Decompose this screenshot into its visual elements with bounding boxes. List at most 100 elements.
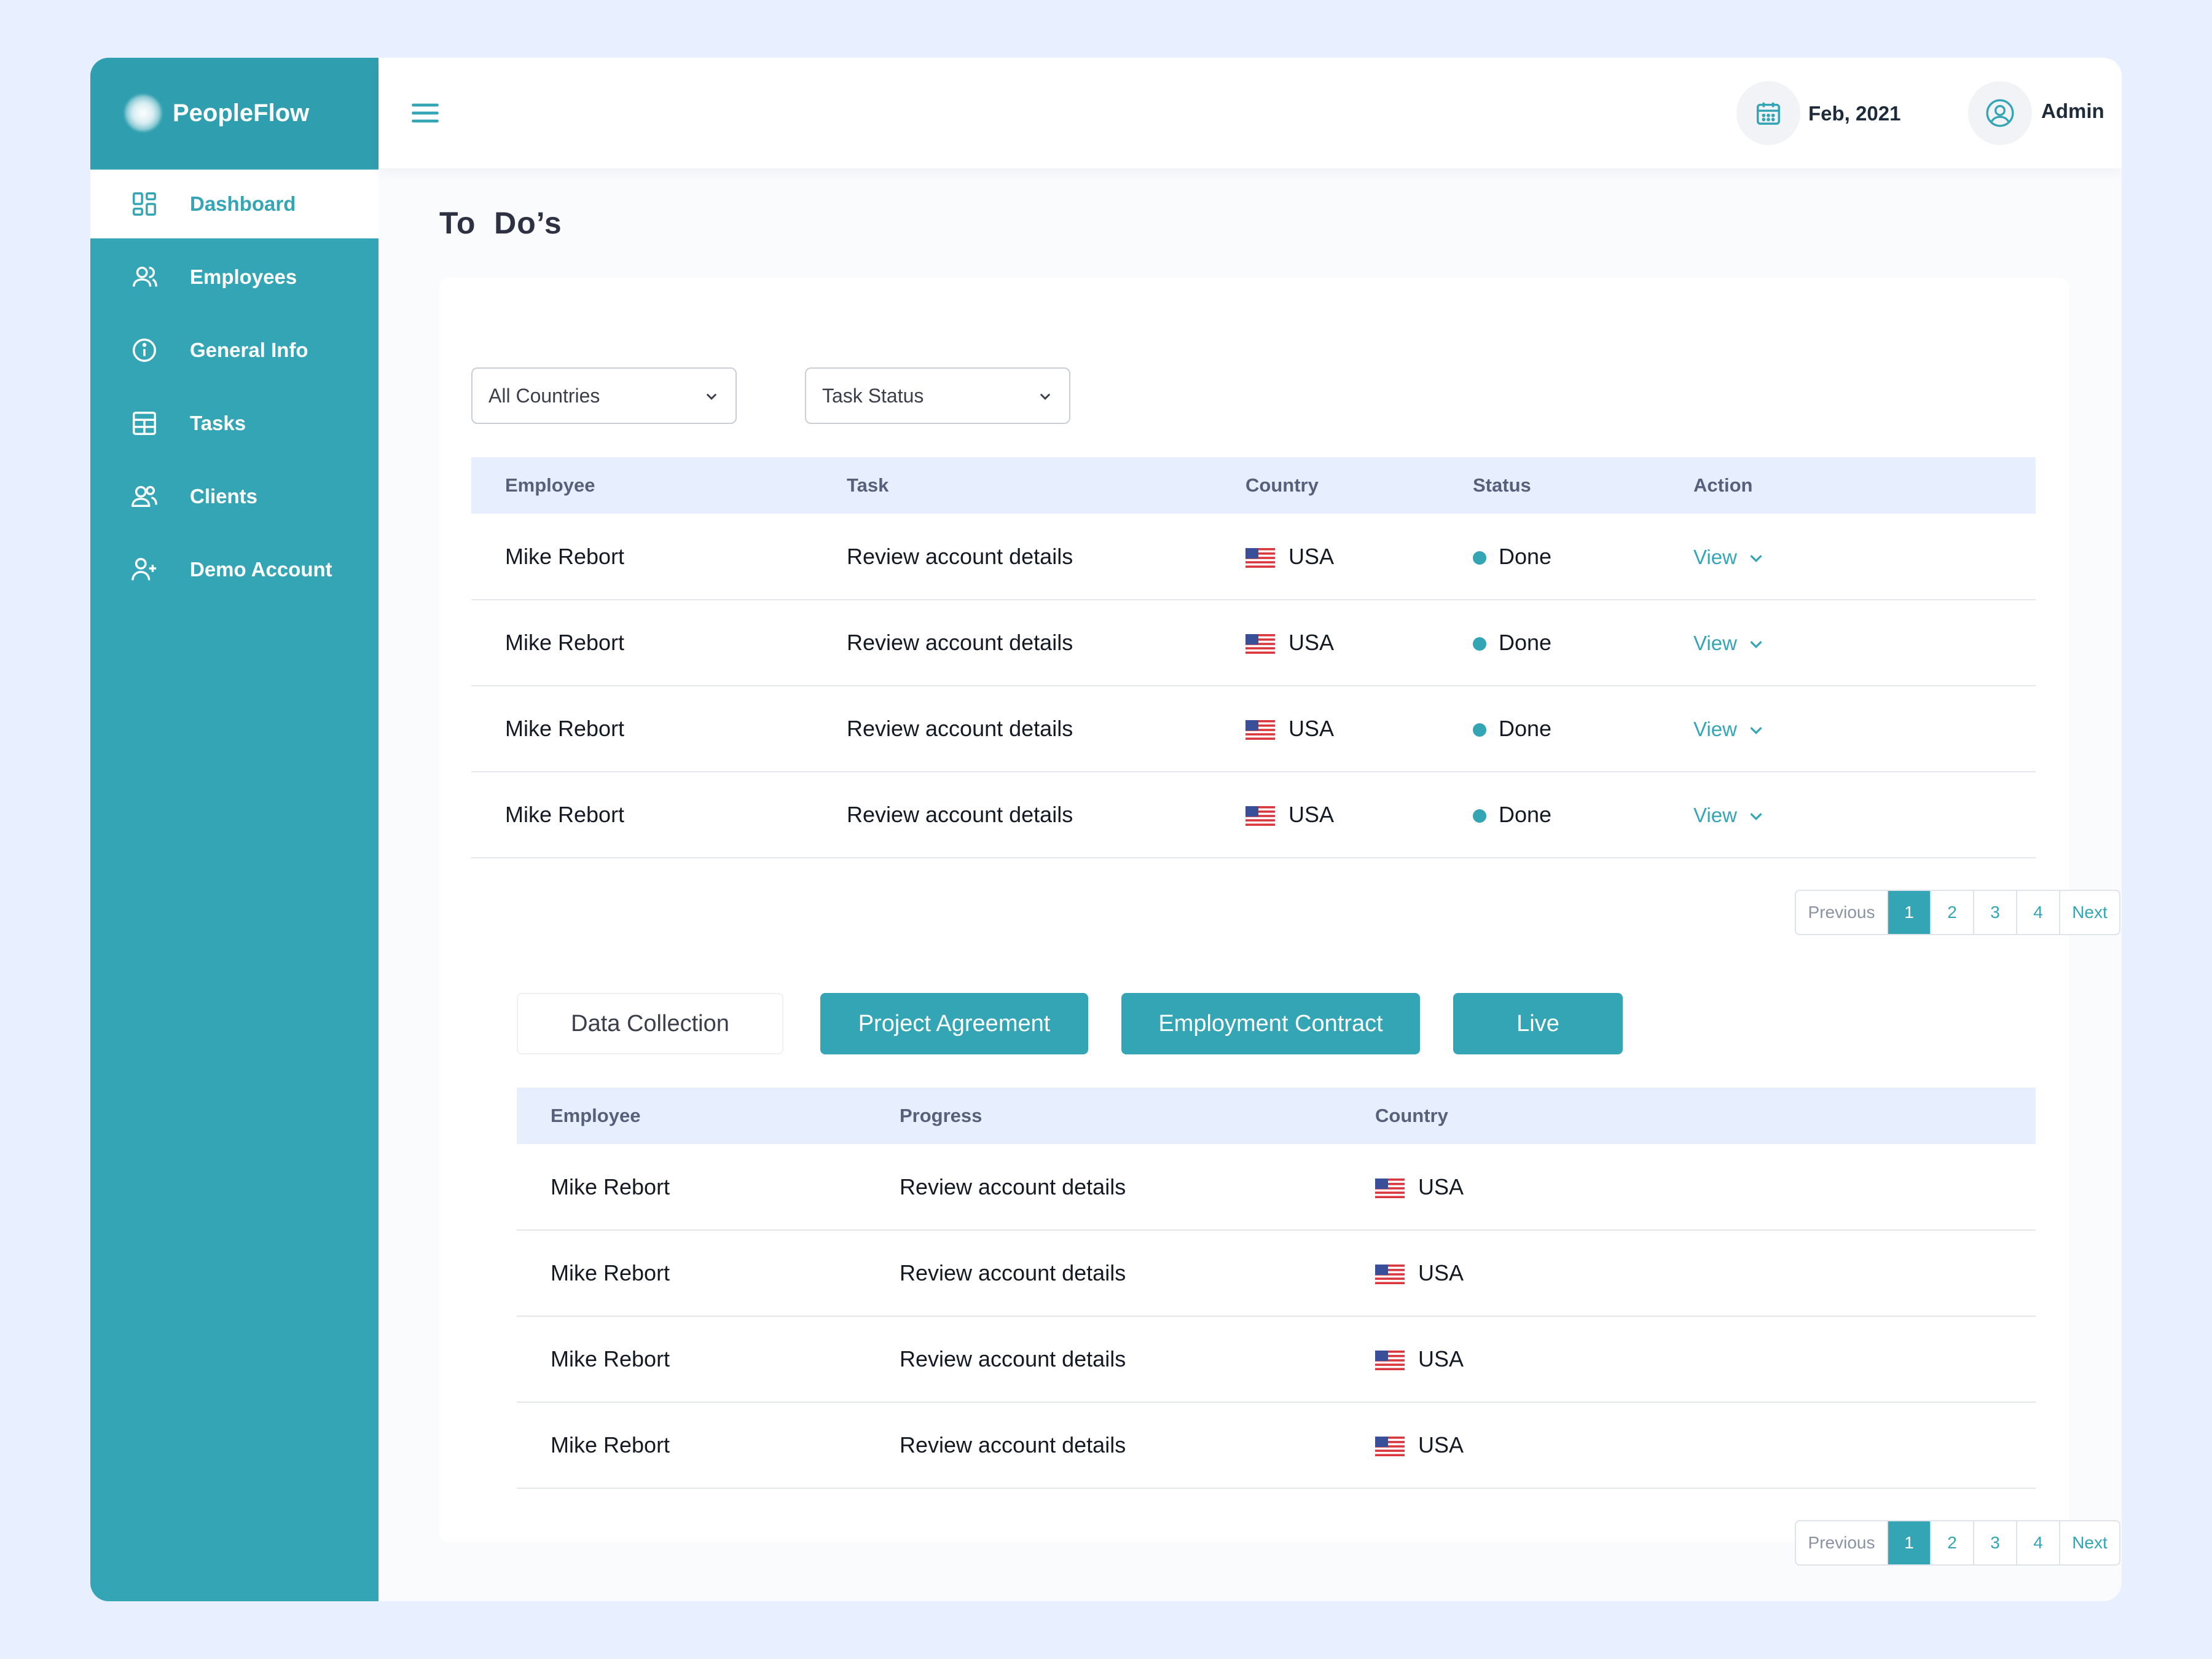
progress-cell: Review account details [866,1144,1341,1231]
us-flag-icon [1375,1178,1405,1198]
chevron-down-icon [1750,641,1762,649]
table-header-row: Employee Task Country Status Action [471,457,2036,514]
view-action-link[interactable]: View [1693,804,1765,826]
sidebar-item-label: Tasks [190,412,246,434]
page-3-button[interactable]: 3 [1974,1521,2017,1564]
sidebar-item-clients[interactable]: Clients [90,462,378,531]
chevron-down-icon [1750,555,1762,562]
page-2-button[interactable]: 2 [1931,891,1974,934]
task-cell: Review account details [813,514,1212,600]
table-row: Mike Rebort Review account details USA [517,1144,2036,1231]
pagination: Previous 1 2 3 4 Next [1795,890,2120,935]
table-row: Mike Rebort Review account details USA D… [471,514,2036,600]
topbar: Feb, 2021 Admin [378,58,2122,168]
column-header-country: Country [1245,474,1319,496]
view-label: View [1693,804,1737,826]
view-action-link[interactable]: View [1693,632,1765,654]
country-cell: USA [1341,1144,2036,1231]
employee-cell: Mike Rebort [471,600,813,686]
us-flag-icon [1245,806,1275,826]
status-filter-value: Task Status [822,384,924,407]
country-cell: USA [1341,1402,2036,1489]
us-flag-icon [1375,1265,1405,1285]
tasks-icon [128,407,160,439]
country-name: USA [1418,1174,1464,1199]
sidebar-item-employees[interactable]: Employees [90,243,378,312]
country-name: USA [1288,802,1335,827]
pagination: Previous 1 2 3 4 Next [1795,1520,2120,1566]
page-title: To Do’s [439,206,562,240]
tab-employment-contract[interactable]: Employment Contract [1121,993,1420,1054]
previous-page-button[interactable]: Previous [1796,891,1888,934]
view-label: View [1693,545,1737,568]
tab-live[interactable]: Live [1453,993,1623,1054]
date-display[interactable]: Feb, 2021 [1808,102,1900,125]
sidebar-item-label: Demo Account [190,558,332,581]
table-row: Mike Rebort Review account details USA D… [471,686,2036,772]
next-page-button[interactable]: Next [2060,891,2119,934]
page-4-button[interactable]: 4 [2017,1521,2060,1564]
country-name: USA [1418,1346,1464,1371]
us-flag-icon [1245,634,1275,654]
sidebar-item-dashboard[interactable]: Dashboard [90,170,378,238]
page-1-button[interactable]: 1 [1888,891,1931,934]
employee-cell: Mike Rebort [471,686,813,772]
table-header-row: Employee Progress Country [517,1088,2036,1144]
previous-page-button[interactable]: Previous [1796,1521,1888,1564]
chevron-down-icon [702,387,721,406]
status-dot-icon [1473,809,1486,823]
action-cell: View [1660,600,2036,686]
page-3-button[interactable]: 3 [1974,891,2017,934]
status-dot-icon [1473,551,1486,565]
tab-data-collection[interactable]: Data Collection [517,993,783,1054]
view-action-link[interactable]: View [1693,546,1765,568]
status-cell: Done [1439,514,1660,600]
sidebar-item-demo-account[interactable]: Demo Account [90,535,378,604]
users-icon [128,261,160,293]
brand[interactable]: PeopleFlow [90,58,378,168]
user-name[interactable]: Admin [2041,100,2104,123]
country-name: USA [1418,1432,1464,1457]
progress-cell: Review account details [866,1316,1341,1403]
employee-cell: Mike Rebort [517,1230,866,1317]
add-user-icon [128,554,160,586]
task-cell: Review account details [813,686,1212,772]
calendar-icon[interactable] [1736,81,1800,145]
page-4-button[interactable]: 4 [2017,891,2060,934]
status-cell: Done [1439,772,1660,858]
country-cell: USA [1212,600,1439,686]
employee-cell: Mike Rebort [517,1316,866,1403]
page-1-button[interactable]: 1 [1888,1521,1931,1564]
country-name: USA [1288,543,1335,569]
dashboard-icon [128,188,160,220]
action-cell: View [1660,686,2036,772]
chevron-down-icon [1750,813,1762,821]
view-action-link[interactable]: View [1693,718,1765,740]
menu-icon[interactable] [409,97,441,129]
sidebar-item-label: General Info [190,339,308,361]
status-text: Done [1499,543,1552,569]
table-row: Mike Rebort Review account details USA [517,1230,2036,1317]
table-row: Mike Rebort Review account details USA [517,1316,2036,1403]
info-icon [128,334,160,366]
sidebar-item-general-info[interactable]: General Info [90,316,378,385]
action-cell: View [1660,514,2036,600]
todo-card: All Countries Task Status Employee Task … [439,278,2120,1566]
brand-name: PeopleFlow [173,99,310,127]
next-page-button[interactable]: Next [2060,1521,2119,1564]
column-header-employee: Employee [551,1105,641,1126]
country-name: USA [1288,630,1335,655]
sidebar-item-tasks[interactable]: Tasks [90,389,378,458]
country-cell: USA [1212,686,1439,772]
country-filter-select[interactable]: All Countries [471,367,737,424]
us-flag-icon [1375,1437,1405,1457]
sidebar-nav: Dashboard Employees General Info Tasks C… [90,170,378,608]
status-dot-icon [1473,723,1486,737]
country-cell: USA [1341,1230,2036,1317]
status-filter-select[interactable]: Task Status [805,367,1070,424]
page-2-button[interactable]: 2 [1931,1521,1974,1564]
status-cell: Done [1439,686,1660,772]
user-avatar-icon[interactable] [1968,81,2032,145]
tab-project-agreement[interactable]: Project Agreement [820,993,1088,1054]
task-cell: Review account details [813,600,1212,686]
